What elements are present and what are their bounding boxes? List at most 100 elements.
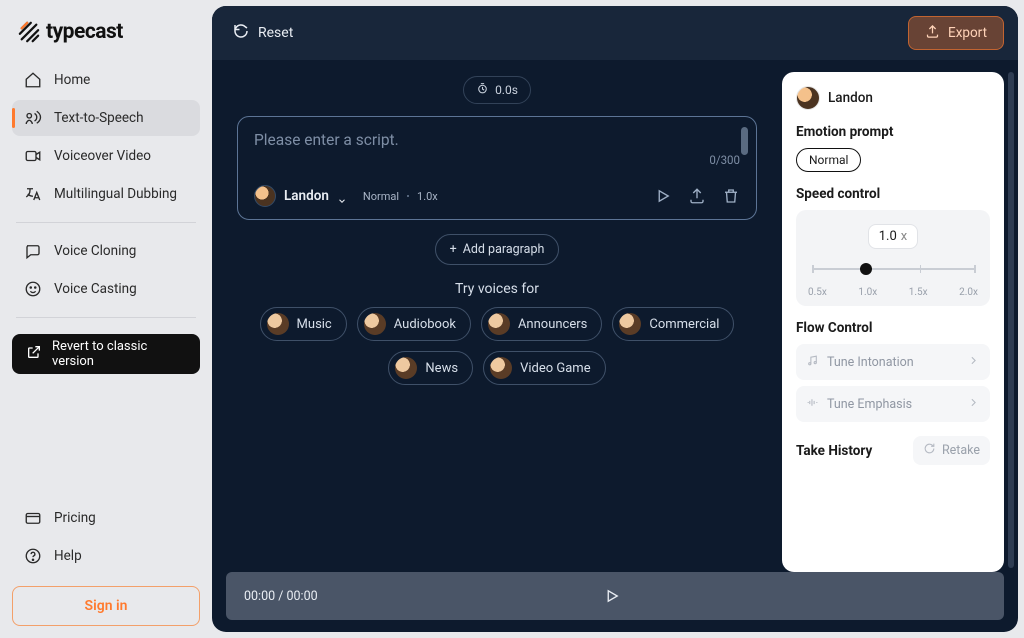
history-heading: Take History [796,443,872,459]
speed-slider[interactable] [812,259,974,285]
voice-pill-label: Music [297,317,332,332]
nav-label: Text-to-Speech [54,110,144,126]
video-icon [24,147,42,165]
flow-section: Flow Control Tune Intonation Tune Emphas… [796,320,990,422]
voice-avatar-icon [364,313,386,335]
export-icon [925,24,940,43]
voice-pill-announcers[interactable]: Announcers [481,307,602,341]
settings-panel: Landon Emotion prompt Normal Speed contr… [782,72,1004,572]
script-input[interactable]: Please enter a script. [254,131,740,149]
script-actions [654,187,740,205]
nav-home[interactable]: Home [12,62,200,98]
revert-to-classic-button[interactable]: Revert to classic version [12,334,200,374]
revert-label: Revert to classic version [52,339,186,369]
slider-knob[interactable] [860,263,872,275]
voice-pill-label: News [425,361,458,376]
nav-label: Pricing [54,510,96,526]
note-icon [806,354,819,371]
sidebar-footer: Pricing Help Sign in [12,500,200,626]
play-button-main[interactable] [601,585,623,607]
sign-in-button[interactable]: Sign in [12,586,200,626]
retake-button[interactable]: Retake [913,436,990,465]
nav-multilingual-dubbing[interactable]: Multilingual Dubbing [12,176,200,212]
primary-nav: Home Text-to-Speech Voiceover Video Mult… [12,62,200,212]
external-link-icon [26,344,42,364]
translate-icon [24,185,42,203]
face-icon [24,280,42,298]
duration-chip[interactable]: 0.0s [463,76,531,104]
refresh-icon [923,442,936,459]
play-button[interactable] [654,187,672,205]
emotion-chip[interactable]: Normal [796,148,861,172]
script-card[interactable]: Please enter a script. 0/300 Landon Norm… [237,116,757,220]
voice-avatar [796,86,820,110]
export-label: Export [948,25,987,41]
voice-avatar-icon [619,313,641,335]
reset-label: Reset [258,25,293,41]
reset-button[interactable]: Reset [226,16,299,50]
tune-emphasis-button[interactable]: Tune Emphasis [796,386,990,422]
chevron-down-icon [337,191,347,201]
char-count: 0/300 [709,153,740,167]
emotion-section: Emotion prompt Normal [796,124,990,172]
brand-name: typecast [46,20,123,44]
voice-avatar [254,185,276,207]
nav-voice-casting[interactable]: Voice Casting [12,271,200,307]
nav-label: Help [54,548,82,564]
speed-control: 1.0 x 0.5x [796,210,990,306]
export-button[interactable]: Export [908,16,1004,50]
speed-value-field[interactable]: 1.0 x [868,224,919,249]
voice-pill-news[interactable]: News [388,351,473,385]
topbar: Reset Export [212,6,1018,60]
voice-selector[interactable]: Landon [254,185,347,207]
nav-help[interactable]: Help [12,538,200,574]
brand-logo[interactable]: typecast [12,16,200,62]
reset-icon [232,22,250,44]
divider [16,222,196,223]
voice-avatar-icon [488,313,510,335]
nav-voiceover-video[interactable]: Voiceover Video [12,138,200,174]
add-paragraph-label: Add paragraph [463,242,545,257]
tune-intonation-button[interactable]: Tune Intonation [796,344,990,380]
voice-pill-label: Video Game [520,361,591,376]
voice-pill-video-game[interactable]: Video Game [483,351,606,385]
nav-label: Home [54,72,90,88]
voice-params: Normal 1.0x [363,190,438,203]
upload-button[interactable] [688,187,706,205]
sidebar: typecast Home Text-to-Speech Voiceover V… [0,0,212,638]
playbar: 00:00 / 00:00 [226,572,1004,620]
panel-voice-name: Landon [828,90,873,106]
sign-in-label: Sign in [85,598,128,614]
chevron-right-icon [967,396,980,413]
nav-voice-cloning[interactable]: Voice Cloning [12,233,200,269]
nav-label: Voice Casting [54,281,137,297]
plus-icon: + [450,242,457,257]
flow-heading: Flow Control [796,320,990,336]
add-paragraph-button[interactable]: + Add paragraph [435,234,560,265]
take-history-section: Take History Retake [796,436,990,465]
stage: 0.0s Please enter a script. 0/300 Landon [226,72,768,572]
try-voices-heading: Try voices for [455,281,539,297]
nav-label: Voice Cloning [54,243,136,259]
help-icon [24,547,42,565]
voice-pill-music[interactable]: Music [260,307,347,341]
voice-avatar-icon [267,313,289,335]
nav-label: Multilingual Dubbing [54,186,177,202]
workspace: Reset Export 0.0s Please enter a script.… [212,6,1018,632]
nav-text-to-speech[interactable]: Text-to-Speech [12,100,200,136]
panel-voice-header[interactable]: Landon [796,86,990,110]
nav-label: Voiceover Video [54,148,151,164]
voice-pill-audiobook[interactable]: Audiobook [357,307,471,341]
home-icon [24,71,42,89]
scrollbar-thumb[interactable] [741,127,748,155]
tts-icon [24,109,42,127]
delete-button[interactable] [722,187,740,205]
voice-avatar-icon [490,357,512,379]
emotion-heading: Emotion prompt [796,124,990,140]
voice-pill-commercial[interactable]: Commercial [612,307,734,341]
speed-heading: Speed control [796,186,990,202]
nav-pricing[interactable]: Pricing [12,500,200,536]
chat-icon [24,242,42,260]
voice-pill-label: Audiobook [394,317,456,332]
panel-scrollbar[interactable] [1008,72,1014,568]
